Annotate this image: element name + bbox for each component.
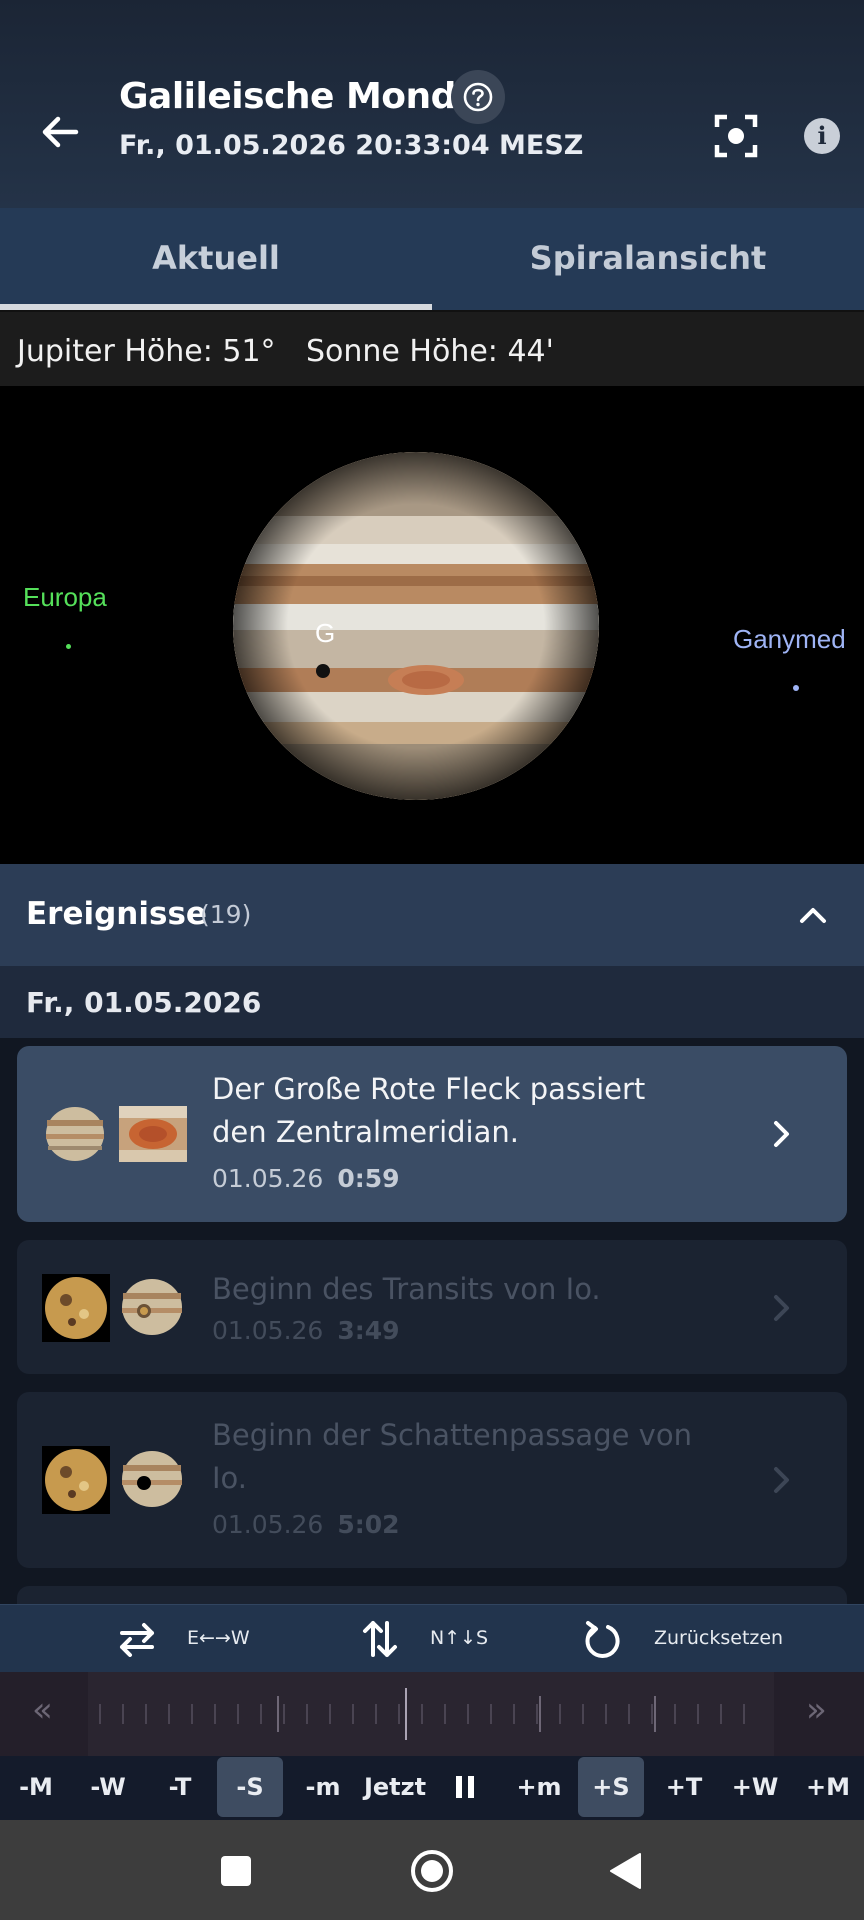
event-item[interactable]: Beginn des Transits von Io. 01.05.26 3:49 — [17, 1240, 847, 1374]
moon-ganymed[interactable] — [793, 685, 799, 691]
flip-north-south-label[interactable]: N↑↓S — [430, 1627, 488, 1649]
focus-frame-icon[interactable] — [714, 114, 758, 158]
event-item[interactable] — [17, 1586, 847, 1606]
moon-label-europa[interactable]: Europa — [23, 582, 107, 613]
time-step-bar: -M -W -T -S -m Jetzt +m +S +T +W +M — [0, 1756, 864, 1820]
event-time: 3:49 — [337, 1316, 400, 1345]
jupiter-transit-thumbnail-icon — [122, 1279, 182, 1335]
swap-vertical-icon[interactable] — [362, 1617, 398, 1661]
time-ruler-track[interactable] — [88, 1672, 774, 1756]
event-text-line1: Beginn der Schattenpassage von — [212, 1418, 692, 1452]
info-icon[interactable]: i — [804, 118, 840, 154]
event-datetime: 01.05.26 5:02 — [212, 1510, 400, 1539]
home-circle-icon[interactable] — [410, 1849, 454, 1893]
question-circle-icon — [463, 82, 493, 112]
events-list[interactable]: Der Große Rote Fleck passiert den Zentra… — [0, 1038, 864, 1606]
events-date-header: Fr., 01.05.2026 — [0, 966, 864, 1038]
time-scrubber[interactable]: « » — [0, 1672, 864, 1756]
io-thumbnail-icon — [42, 1446, 110, 1514]
help-button[interactable] — [451, 70, 505, 124]
jupiter-thumbnail-icon — [46, 1107, 104, 1161]
event-text-line2: Io. — [212, 1461, 248, 1495]
event-date: 01.05.26 — [212, 1164, 324, 1193]
event-text-line1: Der Große Rote Fleck passiert — [212, 1072, 646, 1106]
events-title: Ereignisse — [26, 896, 207, 932]
swap-horizontal-icon[interactable] — [116, 1621, 158, 1657]
chevron-right-icon — [774, 1295, 789, 1321]
chevron-up-icon[interactable] — [798, 900, 828, 930]
time-ruler-ticks — [99, 1688, 745, 1740]
event-date: 01.05.26 — [212, 1316, 324, 1345]
system-navigation-bar — [0, 1820, 864, 1920]
altitude-bar: Jupiter Höhe: 51° Sonne Höhe: 44' — [0, 310, 864, 386]
step-plus-minute[interactable]: +m — [506, 1756, 572, 1820]
app-header: Galileische Monde Fr., 01.05.2026 20:33:… — [0, 0, 864, 208]
event-item[interactable]: Beginn der Schattenpassage von Io. 01.05… — [17, 1392, 847, 1568]
event-time: 5:02 — [337, 1510, 400, 1539]
page-subtitle-datetime: Fr., 01.05.2026 20:33:04 MESZ — [119, 130, 584, 161]
view-controls-bar: E←→W N↑↓S Zurücksetzen — [0, 1604, 864, 1672]
chevron-right-icon — [774, 1467, 789, 1493]
jupiter-planet — [233, 452, 599, 800]
step-minus-month[interactable]: -M — [6, 1756, 66, 1820]
step-plus-day[interactable]: +T — [652, 1756, 716, 1820]
page-title: Galileische Monde — [119, 76, 480, 117]
events-date: Fr., 01.05.2026 — [26, 986, 262, 1019]
reset-rotate-icon[interactable] — [583, 1619, 623, 1661]
back-arrow-icon[interactable] — [36, 108, 84, 156]
events-count: (19) — [200, 900, 252, 929]
tab-bar: Aktuell Spiralansicht — [0, 208, 864, 310]
io-thumbnail-icon — [42, 1274, 110, 1342]
step-plus-month[interactable]: +M — [796, 1756, 860, 1820]
event-item[interactable]: Der Große Rote Fleck passiert den Zentra… — [17, 1046, 847, 1222]
chevron-right-icon — [774, 1121, 789, 1147]
reset-label[interactable]: Zurücksetzen — [654, 1627, 783, 1649]
step-now[interactable]: Jetzt — [358, 1756, 432, 1820]
great-red-spot-thumbnail-icon — [119, 1106, 187, 1162]
sun-altitude: Sonne Höhe: 44' — [306, 334, 554, 369]
recents-square-icon[interactable] — [220, 1855, 252, 1887]
step-plus-week[interactable]: +W — [722, 1756, 788, 1820]
scroll-back-icon[interactable]: « — [32, 1690, 53, 1730]
back-triangle-icon[interactable] — [608, 1852, 642, 1890]
tab-spiralansicht[interactable]: Spiralansicht — [432, 208, 864, 310]
jupiter-shadow-thumbnail-icon — [122, 1451, 182, 1507]
event-time: 0:59 — [337, 1164, 400, 1193]
jupiter-altitude: Jupiter Höhe: 51° — [17, 334, 276, 369]
event-date: 01.05.26 — [212, 1510, 324, 1539]
moon-europa[interactable] — [66, 644, 71, 649]
step-minus-day[interactable]: -T — [150, 1756, 210, 1820]
step-plus-hour[interactable]: +S — [578, 1757, 644, 1817]
event-datetime: 01.05.26 3:49 — [212, 1316, 400, 1345]
step-minus-week[interactable]: -W — [78, 1756, 138, 1820]
moon-label-ganymed[interactable]: Ganymed — [733, 624, 846, 655]
pause-icon[interactable] — [453, 1774, 477, 1806]
transit-marker-label: G — [315, 618, 336, 648]
step-minus-hour[interactable]: -S — [217, 1757, 283, 1817]
flip-east-west-label[interactable]: E←→W — [187, 1627, 250, 1649]
jupiter-moon-view[interactable]: G Europa Ganymed — [0, 386, 864, 864]
tab-aktuell[interactable]: Aktuell — [0, 208, 432, 310]
step-minus-minute[interactable]: -m — [292, 1756, 354, 1820]
event-text-line2: den Zentralmeridian. — [212, 1115, 519, 1149]
scroll-forward-icon[interactable]: » — [806, 1690, 827, 1730]
events-section-header[interactable]: Ereignisse (19) — [0, 864, 864, 966]
event-text-line1: Beginn des Transits von Io. — [212, 1272, 601, 1306]
event-datetime: 01.05.26 0:59 — [212, 1164, 400, 1193]
